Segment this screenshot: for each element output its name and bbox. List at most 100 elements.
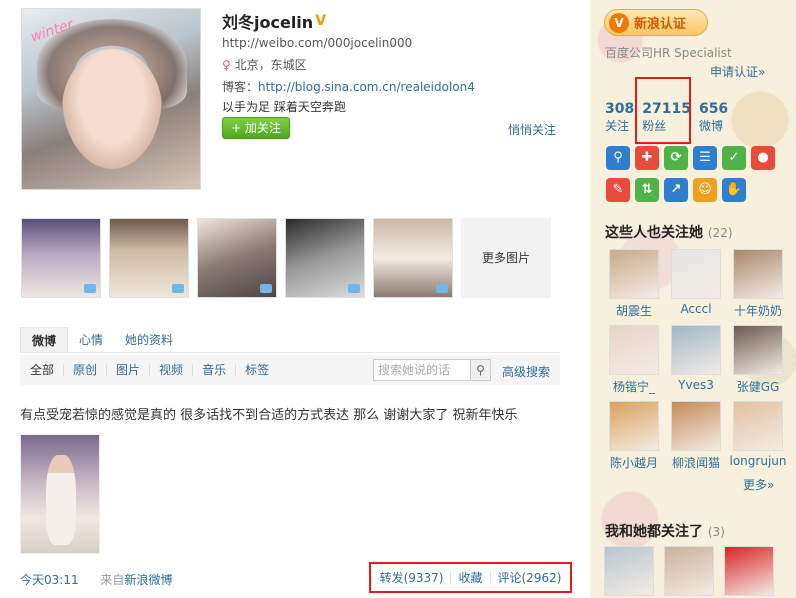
blog-label: 博客： bbox=[222, 80, 259, 94]
post-time-link[interactable]: 今天03:11 bbox=[20, 573, 79, 587]
friend-avatar[interactable] bbox=[609, 249, 659, 299]
friend-avatar[interactable] bbox=[671, 325, 721, 375]
tab-weibo[interactable]: 微博 bbox=[20, 327, 69, 352]
friend-item[interactable]: 陈小越月 bbox=[604, 401, 664, 471]
hand-icon[interactable]: ✋ bbox=[722, 178, 746, 202]
friend-item[interactable]: longrujun bbox=[728, 401, 788, 471]
post-image[interactable] bbox=[20, 434, 100, 554]
filter-original[interactable]: 原创 bbox=[64, 364, 108, 376]
friend-avatar[interactable] bbox=[733, 325, 783, 375]
friend-avatar[interactable] bbox=[609, 325, 659, 375]
comment-icon bbox=[260, 284, 272, 293]
friend-item[interactable]: 杨锴宁_ bbox=[604, 325, 664, 395]
post-actions-highlight: 转发(9337) 收藏 评论(2962) bbox=[369, 562, 572, 593]
repost-icon[interactable]: ↗ bbox=[664, 178, 688, 202]
photo-thumb[interactable] bbox=[285, 218, 365, 298]
common-follow-title-text: 我和她都关注了 bbox=[605, 524, 703, 540]
share-icon[interactable]: ⇅ bbox=[635, 178, 659, 202]
common-follow-list bbox=[604, 546, 784, 596]
more-friends-link[interactable]: 更多» bbox=[743, 476, 774, 493]
profile-url-link[interactable]: http://weibo.com/000jocelin000 bbox=[222, 36, 412, 50]
profile-avatar[interactable]: winter bbox=[21, 8, 201, 190]
common-friend-avatar[interactable] bbox=[664, 546, 714, 596]
filter-tags[interactable]: 标签 bbox=[236, 364, 278, 376]
repost-link[interactable]: 转发(9337) bbox=[373, 571, 452, 584]
advanced-search-link[interactable]: 高级搜索 bbox=[502, 363, 550, 380]
filter-video[interactable]: 视频 bbox=[150, 364, 194, 376]
friend-item[interactable]: 胡震生 bbox=[604, 249, 664, 319]
sina-verify-button[interactable]: V 新浪认证 bbox=[604, 9, 708, 36]
comment-icon bbox=[348, 284, 360, 293]
tool-icons-grid: ⚲ ✚ ⟳ ☰ ✓ ● ✎ ⇅ ↗ ☺ ✋ bbox=[606, 146, 786, 210]
comment-icon bbox=[84, 284, 96, 293]
text-icon[interactable]: ✎ bbox=[606, 178, 630, 202]
mic-icon[interactable]: ● bbox=[751, 146, 775, 170]
followers-highlight-box bbox=[635, 77, 691, 144]
also-follow-title: 这些人也关注她 (22) bbox=[605, 222, 733, 242]
refresh-icon[interactable]: ⟳ bbox=[664, 146, 688, 170]
filter-all[interactable]: 全部 bbox=[30, 364, 65, 376]
filter-music[interactable]: 音乐 bbox=[193, 364, 237, 376]
search-icon[interactable]: ⚲ bbox=[606, 146, 630, 170]
friend-name[interactable]: 陈小越月 bbox=[604, 454, 664, 471]
friend-item[interactable]: 柳浪闻猫 bbox=[666, 401, 726, 471]
photo-thumb[interactable] bbox=[21, 218, 101, 298]
favorite-link[interactable]: 收藏 bbox=[451, 571, 491, 584]
post-source-link[interactable]: 新浪微博 bbox=[124, 573, 172, 587]
verified-v-icon: V bbox=[609, 12, 629, 33]
photo-thumb[interactable] bbox=[109, 218, 189, 298]
profile-blog: 博客：http://blog.sina.com.cn/realeidolon4 bbox=[222, 78, 475, 95]
friend-avatar[interactable] bbox=[733, 249, 783, 299]
friend-avatar[interactable] bbox=[733, 401, 783, 451]
common-friend-avatar[interactable] bbox=[604, 546, 654, 596]
filter-images[interactable]: 图片 bbox=[107, 364, 151, 376]
stat-following[interactable]: 308 关注 bbox=[605, 101, 634, 134]
friend-name[interactable]: 十年奶奶 bbox=[728, 302, 788, 319]
common-friend-avatar[interactable] bbox=[724, 546, 774, 596]
friend-avatar[interactable] bbox=[671, 249, 721, 299]
friend-name[interactable]: 杨锴宁_ bbox=[604, 378, 664, 395]
photo-strip: 更多图片 bbox=[21, 218, 551, 298]
friend-avatar[interactable] bbox=[609, 401, 659, 451]
friend-name[interactable]: Yves3 bbox=[666, 378, 726, 392]
stat-following-label: 关注 bbox=[605, 119, 630, 133]
sidebar: V 新浪认证 百度公司HR Specialist 申请认证» 308 关注 27… bbox=[590, 0, 796, 598]
friend-name[interactable]: 张健GG bbox=[728, 378, 788, 395]
tab-profile-info[interactable]: 她的资料 bbox=[114, 327, 184, 352]
more-photos-link[interactable]: 更多图片 bbox=[461, 218, 551, 298]
friend-item[interactable]: 张健GG bbox=[728, 325, 788, 395]
comment-link[interactable]: 评论(2962) bbox=[491, 572, 569, 584]
list-icon[interactable]: ☰ bbox=[693, 146, 717, 170]
stat-posts[interactable]: 656 微博 bbox=[699, 101, 728, 134]
friend-name[interactable]: 柳浪闻猫 bbox=[666, 454, 726, 471]
profile-name: 刘冬jocelin bbox=[222, 13, 314, 32]
female-icon: ♀ bbox=[222, 58, 231, 72]
photo-thumb[interactable] bbox=[373, 218, 453, 298]
blog-link[interactable]: http://blog.sina.com.cn/realeidolon4 bbox=[258, 80, 475, 94]
friend-name[interactable]: Acccl bbox=[666, 302, 726, 316]
smile-icon[interactable]: ☺ bbox=[693, 178, 717, 202]
verified-badge-icon: V bbox=[315, 13, 327, 29]
friend-name[interactable]: 胡震生 bbox=[604, 302, 664, 319]
post-source-prefix: 来自 bbox=[100, 573, 125, 587]
search-input[interactable]: 搜索她说的话 bbox=[373, 359, 471, 381]
post-filter-bar: 全部 原创 图片 视频 音乐 标签 搜索她说的话 ⚲ 高级搜索 bbox=[20, 355, 560, 385]
gift-icon[interactable]: ✚ bbox=[635, 146, 659, 170]
friend-name[interactable]: longrujun bbox=[728, 454, 788, 468]
search-icon[interactable]: ⚲ bbox=[471, 359, 491, 381]
tab-mood[interactable]: 心情 bbox=[68, 327, 114, 352]
follow-button[interactable]: + 加关注 bbox=[222, 117, 290, 139]
friend-item[interactable]: Yves3 bbox=[666, 325, 726, 395]
quiet-follow-link[interactable]: 悄悄关注 bbox=[508, 121, 556, 138]
apply-verify-link[interactable]: 申请认证» bbox=[710, 63, 765, 80]
friend-avatar[interactable] bbox=[671, 401, 721, 451]
profile-bio: 以手为足 踩着天空奔跑 bbox=[222, 100, 346, 114]
post-meta: 今天03:11 来自新浪微博 bbox=[20, 571, 172, 588]
avatar-face bbox=[62, 49, 162, 169]
like-icon[interactable]: ✓ bbox=[722, 146, 746, 170]
friend-item[interactable]: 十年奶奶 bbox=[728, 249, 788, 319]
stat-posts-label: 微博 bbox=[698, 119, 723, 133]
friend-item[interactable]: Acccl bbox=[666, 249, 726, 319]
comment-icon bbox=[436, 284, 448, 293]
photo-thumb[interactable] bbox=[197, 218, 277, 298]
